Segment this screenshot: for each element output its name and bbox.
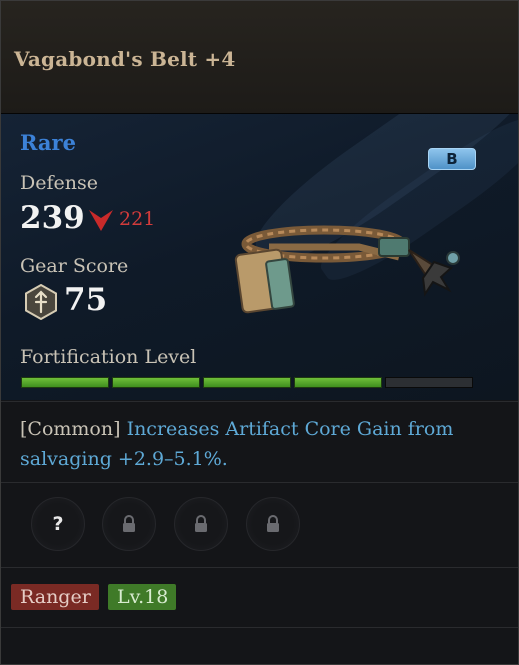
socket-slot-locked (174, 497, 228, 551)
defense-value: 239 (20, 200, 85, 236)
question-mark-icon: ? (52, 513, 64, 535)
fortification-segment (21, 377, 109, 388)
effect-text: [Common] Increases Artifact Core Gain fr… (20, 414, 490, 474)
fortification-label: Fortification Level (20, 346, 197, 368)
lock-icon (123, 515, 135, 532)
fortification-bar (21, 377, 473, 388)
fortification-segment (294, 377, 382, 388)
socket-row: ? (1, 482, 518, 568)
socket-slot-unknown: ? (31, 497, 85, 551)
class-requirement-tag: Ranger (11, 584, 99, 610)
defense-compare-value: 221 (119, 208, 156, 230)
effect-prefix: [Common] (20, 418, 121, 440)
gear-score-label: Gear Score (20, 255, 129, 277)
down-arrow-icon (89, 210, 113, 231)
grade-badge: B (428, 148, 476, 170)
lock-icon (195, 515, 207, 532)
lock-icon (267, 515, 279, 532)
level-requirement-tag: Lv.18 (108, 584, 176, 610)
defense-label: Defense (20, 172, 98, 194)
rarity-label: Rare (20, 130, 76, 155)
item-effect-section: [Common] Increases Artifact Core Gain fr… (1, 401, 518, 483)
socket-slot-locked (246, 497, 300, 551)
fortification-segment (203, 377, 291, 388)
belt-item-image (234, 225, 460, 314)
gear-score-value: 75 (64, 282, 108, 318)
tooltip-header: Vagabond's Belt +4 (1, 1, 518, 114)
item-name: Vagabond's Belt +4 (14, 47, 236, 71)
socket-slot-locked (102, 497, 156, 551)
item-stats-section: Rare B Defense 239 221 Gear Score 75 For… (1, 114, 518, 400)
gear-score-icon (25, 284, 57, 320)
item-tooltip: Vagabond's Belt +4 Rare B Defense 239 22… (0, 0, 519, 665)
fortification-segment (112, 377, 200, 388)
fortification-segment (385, 377, 473, 388)
divider (1, 627, 518, 628)
